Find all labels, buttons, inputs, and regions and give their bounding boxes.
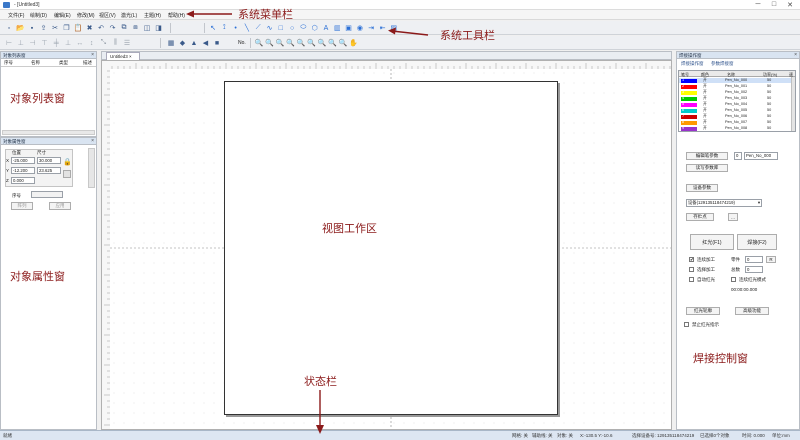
toolbar-arrowhead xyxy=(388,27,396,35)
annotation-menu: 系统菜单栏 xyxy=(238,8,293,21)
menu-arrowhead xyxy=(186,10,194,18)
annotation-object-props: 对象属性窗 xyxy=(10,270,65,283)
annotation-arrows xyxy=(186,10,429,434)
annotation-view: 视图工作区 xyxy=(322,222,377,235)
annotation-status: 状态栏 xyxy=(304,375,337,388)
annotation-toolbar: 系统工具栏 xyxy=(440,29,495,42)
annotation-weld: 焊接控制窗 xyxy=(693,352,748,365)
status-arrowhead xyxy=(316,425,324,434)
annotation-object-list: 对象列表窗 xyxy=(10,92,65,105)
toolbar-arrow xyxy=(391,30,429,36)
